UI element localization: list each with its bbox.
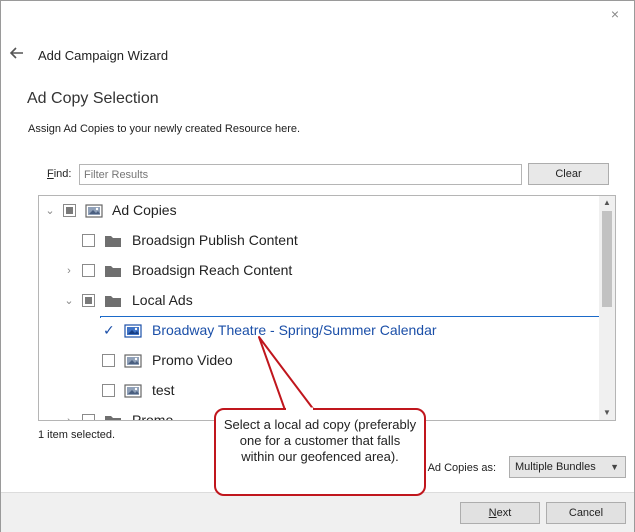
find-label-accesskey: F [47, 168, 54, 180]
tree-item-broadsign-reach[interactable]: › Broadsign Reach Content [39, 258, 599, 284]
folder-icon [105, 236, 121, 247]
cancel-button[interactable]: Cancel [546, 502, 626, 524]
wizard-title: Add Campaign Wizard [38, 48, 169, 63]
tree-item-label: Promo Video [152, 352, 233, 368]
next-label: ext [496, 507, 512, 519]
tree-item-ad-copies[interactable]: ⌄ Ad Copies [39, 198, 599, 224]
tree-checkbox[interactable] [82, 234, 95, 247]
tree-checkbox[interactable] [63, 204, 76, 217]
find-label: Find: [47, 168, 71, 180]
tree-item-local-ads[interactable]: ⌄ Local Ads [39, 288, 599, 314]
tree-item-test[interactable]: test [39, 378, 599, 404]
tree-checkbox[interactable] [82, 264, 95, 277]
scroll-up-icon[interactable]: ▲ [602, 198, 612, 208]
image-icon [124, 324, 142, 338]
next-accesskey: N [488, 507, 497, 519]
tree-item-label: Broadway Theatre - Spring/Summer Calenda… [152, 322, 437, 338]
chevron-down-icon[interactable]: ⌄ [64, 296, 74, 307]
tree-item-label: test [152, 382, 175, 398]
scroll-down-icon[interactable]: ▼ [602, 408, 612, 418]
tree-checkbox[interactable] [102, 384, 115, 397]
tree-item-broadway-theatre[interactable]: ✓ Broadway Theatre - Spring/Summer Calen… [39, 318, 599, 344]
checkmark-icon[interactable]: ✓ [103, 322, 115, 339]
filter-input[interactable] [79, 164, 522, 185]
vertical-scrollbar[interactable]: ▲ ▼ [599, 196, 615, 420]
folder-icon [105, 266, 121, 277]
bundle-mode-select[interactable]: Multiple Bundles ▼ [509, 456, 626, 478]
tree-checkbox[interactable] [102, 354, 115, 367]
chevron-down-icon[interactable]: ⌄ [45, 206, 55, 217]
tree-item-label: Broadsign Publish Content [132, 232, 298, 248]
tree-item-promo-video[interactable]: Promo Video [39, 348, 599, 374]
selection-status: 1 item selected. [38, 429, 116, 441]
tree-item-label: Broadsign Reach Content [132, 262, 293, 278]
scrollbar-thumb[interactable] [602, 211, 612, 307]
ad-copy-tree[interactable]: ⌄ Ad Copies Broadsign Publish Content › … [38, 195, 616, 421]
image-icon [124, 354, 142, 368]
wizard-window: × Add Campaign Wizard Ad Copy Selection … [0, 0, 635, 532]
bundle-mode-value: Multiple Bundles [515, 461, 596, 473]
clear-button[interactable]: Clear [528, 163, 609, 185]
back-arrow-icon[interactable] [9, 45, 25, 61]
section-description: Assign Ad Copies to your newly created R… [28, 123, 301, 135]
tree-checkbox[interactable] [82, 414, 95, 420]
bundle-mode-label: e Ad Copies as: [419, 462, 497, 474]
chevron-right-icon[interactable]: › [64, 266, 74, 277]
tree-item-label: Promo [132, 412, 174, 421]
image-icon [124, 384, 142, 398]
instruction-callout: Select a local ad copy (preferably one f… [214, 408, 426, 496]
next-button[interactable]: Next [460, 502, 540, 524]
tree-item-label: Ad Copies [112, 202, 177, 218]
dropdown-arrow-icon: ▼ [610, 462, 619, 472]
close-icon[interactable]: × [608, 7, 622, 21]
tree-item-broadsign-publish[interactable]: Broadsign Publish Content [39, 228, 599, 254]
tree-checkbox[interactable] [82, 294, 95, 307]
tree-item-label: Local Ads [132, 292, 193, 308]
image-icon [85, 204, 103, 218]
chevron-right-icon[interactable]: › [64, 416, 74, 421]
folder-icon [105, 416, 121, 420]
find-label-text: ind: [53, 168, 72, 180]
section-title: Ad Copy Selection [27, 90, 159, 107]
folder-icon [105, 296, 121, 307]
